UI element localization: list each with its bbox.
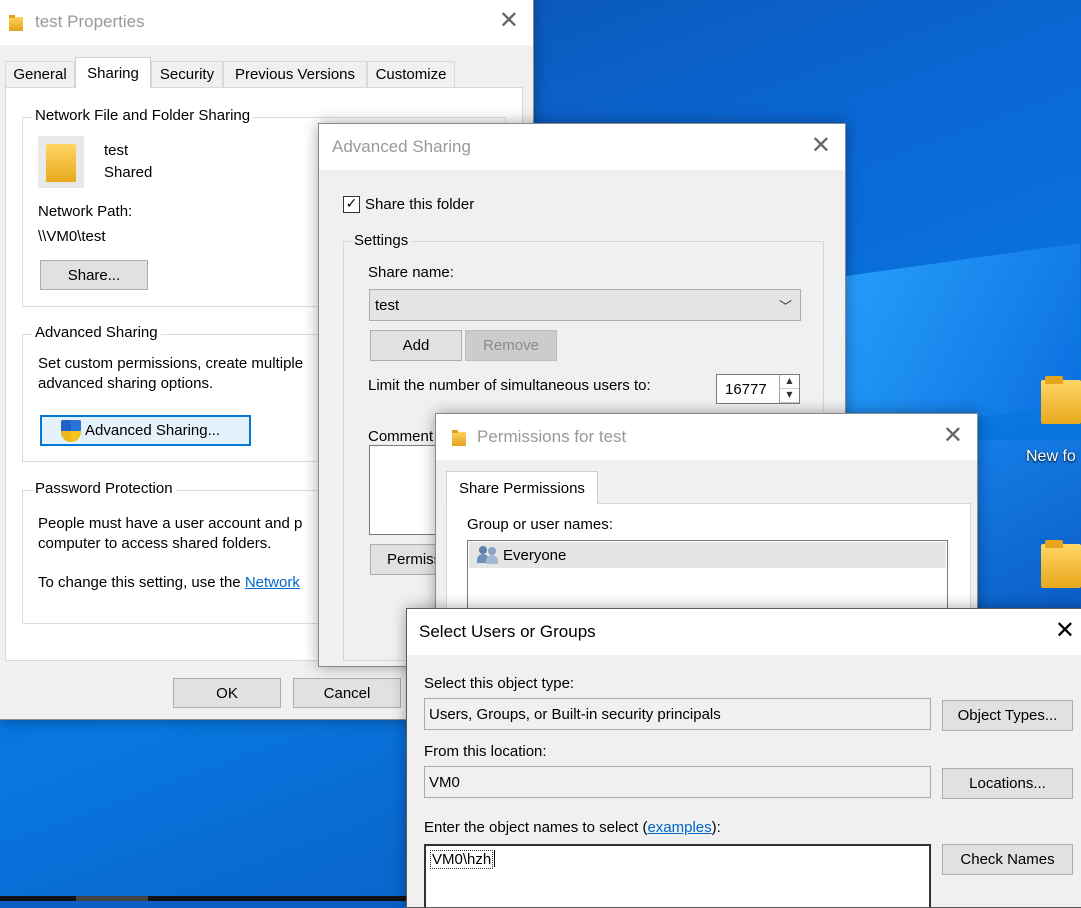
folder-icon: [452, 430, 466, 446]
network-sharing-center-link[interactable]: Network: [245, 574, 300, 591]
object-types-button[interactable]: Object Types...: [942, 700, 1073, 731]
share-folder-checkbox[interactable]: ✓: [343, 196, 360, 213]
list-item-everyone[interactable]: Everyone: [469, 542, 946, 568]
advanced-description: Set custom permissions, create multiple: [38, 355, 304, 372]
dialog-title: Permissions for test: [477, 427, 627, 446]
tab-general[interactable]: General: [5, 61, 75, 87]
object-type-label: Select this object type:: [424, 675, 575, 692]
chevron-down-icon: ﹀: [778, 300, 792, 315]
select-users-groups-dialog: Select Users or Groups ✕ Select this obj…: [406, 608, 1081, 908]
title-bar: Select Users or Groups ✕: [407, 609, 1081, 655]
title-bar: Permissions for test ✕: [436, 414, 977, 460]
tab-sharing[interactable]: Sharing: [75, 57, 151, 88]
title-bar: test Properties ✕: [0, 0, 533, 45]
desktop-icon-folder[interactable]: [1026, 540, 1081, 588]
share-name-value: test: [375, 296, 400, 314]
group-label: Settings: [351, 232, 412, 249]
spin-up-icon[interactable]: ▲: [780, 375, 799, 389]
advanced-sharing-button[interactable]: Advanced Sharing...: [40, 415, 251, 446]
desktop-icon-new-folder[interactable]: New fo: [1026, 376, 1081, 466]
password-change-text: To change this setting, use the Network: [38, 574, 300, 591]
spin-down-icon[interactable]: ▼: [780, 389, 799, 403]
locations-button[interactable]: Locations...: [942, 768, 1073, 799]
folder-name: test: [104, 142, 129, 159]
enter-names-label: Enter the object names to select (exampl…: [424, 819, 721, 836]
close-icon[interactable]: ✕: [1055, 617, 1075, 643]
ok-button[interactable]: OK: [173, 678, 281, 708]
share-button[interactable]: Share...: [40, 260, 148, 290]
object-names-value: VM0\hzh: [430, 850, 494, 869]
text-caret: [494, 850, 496, 867]
dialog-title: test Properties: [35, 12, 145, 31]
remove-button: Remove: [465, 330, 557, 361]
title-bar: Advanced Sharing ✕: [319, 124, 845, 170]
tab-security[interactable]: Security: [151, 61, 223, 87]
button-label: Advanced Sharing...: [85, 422, 221, 439]
change-setting-text: To change this setting, use the: [38, 574, 245, 591]
tab-share-permissions[interactable]: Share Permissions: [446, 471, 598, 504]
share-folder-label[interactable]: Share this folder: [365, 196, 474, 213]
enter-names-text: Enter the object names to select (: [424, 819, 648, 836]
advanced-description: advanced sharing options.: [38, 375, 214, 392]
object-type-field: Users, Groups, or Built-in security prin…: [424, 698, 931, 730]
tab-customize[interactable]: Customize: [367, 61, 455, 87]
list-item-label: Everyone: [503, 546, 567, 564]
network-path-label: Network Path:: [38, 203, 133, 220]
folder-icon: [1041, 540, 1081, 588]
add-button[interactable]: Add: [370, 330, 462, 361]
check-names-button[interactable]: Check Names: [942, 844, 1073, 875]
uac-shield-icon: [61, 420, 81, 442]
users-group-icon: [477, 546, 499, 564]
password-description: computer to access shared folders.: [38, 535, 272, 552]
user-limit-value: 16777: [725, 381, 767, 398]
tab-previous-versions[interactable]: Previous Versions: [223, 61, 367, 87]
object-names-textarea[interactable]: VM0\hzh: [424, 844, 931, 907]
location-field: VM0: [424, 766, 931, 798]
folder-icon: [1041, 376, 1081, 424]
network-path-value: \\VM0\test: [38, 228, 106, 245]
examples-link[interactable]: examples: [647, 819, 711, 836]
location-label: From this location:: [424, 743, 547, 760]
group-label: Advanced Sharing: [32, 324, 161, 341]
comments-label: Comment: [368, 428, 434, 445]
share-status: Shared: [104, 164, 153, 181]
user-limit-spinner[interactable]: 16777 ▲ ▼: [716, 374, 800, 404]
close-icon[interactable]: ✕: [811, 132, 831, 158]
close-icon[interactable]: ✕: [499, 7, 519, 33]
enter-names-suffix: ):: [711, 819, 721, 836]
spinner-arrows[interactable]: ▲ ▼: [779, 375, 799, 403]
dialog-title: Select Users or Groups: [419, 622, 596, 641]
user-limit-label: Limit the number of simultaneous users t…: [368, 377, 651, 394]
cancel-button[interactable]: Cancel: [293, 678, 401, 708]
share-name-label: Share name:: [368, 264, 454, 281]
group-label: Password Protection: [32, 480, 176, 497]
group-label: Network File and Folder Sharing: [32, 107, 254, 124]
password-description: People must have a user account and p: [38, 515, 303, 532]
desktop-icon-label: New fo: [1026, 448, 1076, 465]
close-icon[interactable]: ✕: [943, 422, 963, 448]
dialog-title: Advanced Sharing: [332, 137, 471, 156]
folder-icon: [38, 136, 84, 188]
folder-icon: [9, 15, 23, 31]
group-names-label: Group or user names:: [467, 516, 613, 533]
share-name-dropdown[interactable]: test ﹀: [369, 289, 801, 321]
taskbar-active-item[interactable]: [76, 896, 148, 901]
